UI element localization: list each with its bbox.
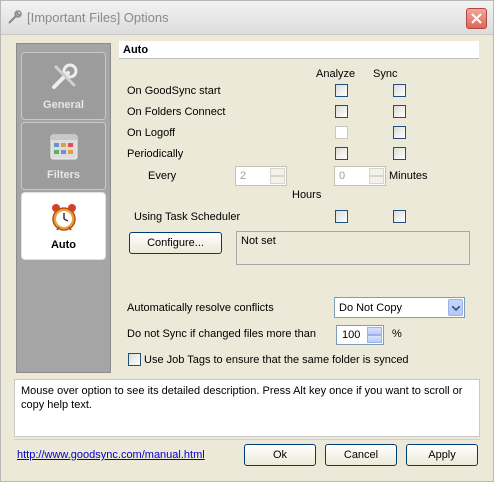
divider (14, 439, 480, 440)
every-minutes-spinner: 0 (334, 166, 386, 186)
sidebar-item-label: Auto (50, 239, 77, 251)
resolve-conflicts-label: Automatically resolve conflicts (127, 302, 274, 314)
close-icon (471, 13, 482, 24)
no-sync-threshold-stepper[interactable]: 100 (336, 325, 384, 345)
analyze-column-header: Analyze (316, 68, 356, 80)
hours-label: Hours (292, 189, 322, 201)
on-goodsync-start-label: On GoodSync start (127, 85, 221, 97)
on-folders-connect-sync-checkbox[interactable] (393, 105, 406, 118)
on-goodsync-start-analyze-checkbox[interactable] (335, 84, 348, 97)
apply-button[interactable]: Apply (406, 444, 478, 466)
on-goodsync-start-sync-checkbox[interactable] (393, 84, 406, 97)
no-sync-threshold-value: 100 (342, 329, 361, 341)
every-minutes-value: 0 (339, 170, 346, 182)
stepper-arrows[interactable] (367, 327, 382, 343)
app-icon (8, 10, 22, 24)
sidebar: General Filters Auto (16, 43, 111, 373)
alarm-clock-icon (52, 204, 76, 231)
sync-column-header: Sync (373, 68, 398, 80)
task-scheduler-analyze-checkbox[interactable] (335, 210, 348, 223)
dropdown-button[interactable] (448, 299, 463, 316)
window-title: [Important Files] Options (27, 10, 169, 25)
auto-panel: Auto Analyze Sync On GoodSync start On F… (119, 41, 479, 376)
cancel-button[interactable]: Cancel (325, 444, 397, 466)
sidebar-item-filters[interactable]: Filters (21, 122, 106, 190)
every-hours-value: 2 (240, 170, 247, 182)
task-scheduler-sync-checkbox[interactable] (393, 210, 406, 223)
every-hours-arrows (270, 168, 285, 184)
sidebar-item-auto[interactable]: Auto (21, 192, 106, 260)
job-tags-checkbox[interactable] (128, 353, 141, 366)
help-description: Mouse over option to see its detailed de… (14, 379, 480, 437)
options-window: [Important Files] Options General Filter… (0, 0, 494, 482)
job-tags-label: Use Job Tags to ensure that the same fol… (144, 354, 409, 366)
sidebar-item-label: Filters (46, 169, 80, 181)
ok-button[interactable]: Ok (244, 444, 316, 466)
every-hours-spinner: 2 (235, 166, 287, 186)
task-scheduler-label: Using Task Scheduler (134, 211, 241, 223)
resolve-conflicts-select[interactable]: Do Not Copy (334, 297, 465, 318)
grid-icon (50, 134, 78, 160)
on-logoff-analyze-checkbox (335, 126, 348, 139)
on-folders-connect-label: On Folders Connect (127, 106, 226, 118)
minutes-label: Minutes (389, 170, 428, 182)
sidebar-item-general[interactable]: General (21, 52, 106, 120)
title-bar[interactable]: [Important Files] Options (1, 1, 493, 35)
sidebar-item-label: General (43, 99, 84, 111)
on-logoff-sync-checkbox[interactable] (393, 126, 406, 139)
no-sync-threshold-label: Do not Sync if changed files more than (127, 328, 316, 340)
help-link[interactable]: http://www.goodsync.com/manual.html (17, 449, 205, 461)
every-label: Every (148, 170, 177, 182)
on-logoff-label: On Logoff (127, 127, 176, 139)
close-button[interactable] (466, 8, 487, 29)
percent-label: % (392, 328, 402, 340)
panel-title: Auto (119, 41, 479, 59)
chevron-down-icon (452, 306, 460, 311)
periodically-label: Periodically (127, 148, 184, 160)
schedule-status-box: Not set (236, 231, 470, 265)
wrench-icon (52, 63, 78, 89)
periodically-analyze-checkbox[interactable] (335, 147, 348, 160)
resolve-conflicts-value: Do Not Copy (339, 302, 402, 314)
configure-button[interactable]: Configure... (129, 232, 222, 254)
on-folders-connect-analyze-checkbox[interactable] (335, 105, 348, 118)
every-minutes-arrows (369, 168, 384, 184)
periodically-sync-checkbox[interactable] (393, 147, 406, 160)
